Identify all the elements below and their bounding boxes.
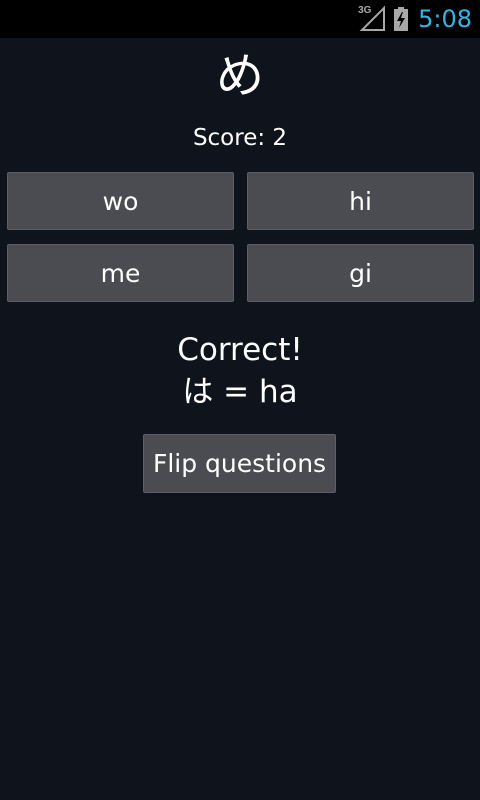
signal-3g-icon: 3G [358,5,386,32]
status-clock: 5:08 [418,5,472,33]
answer-button-4[interactable]: gi [247,244,474,302]
flip-questions-button[interactable]: Flip questions [143,434,336,493]
battery-charging-icon [394,7,409,31]
status-icons: 3G 5:08 [358,0,472,38]
question-character: め [215,48,264,104]
answer-button-1[interactable]: wo [7,172,234,230]
network-type-label: 3G [358,5,372,16]
score-label: Score: 2 [192,125,288,151]
result-detail: は = ha [182,374,298,410]
answer-button-2[interactable]: hi [247,172,474,230]
result-title: Correct! [177,332,303,368]
status-bar: 3G 5:08 [0,0,480,38]
answer-button-3[interactable]: me [7,244,234,302]
quiz-screen: め Score: 2 wo hi me gi Correct! は = ha F… [0,38,480,800]
